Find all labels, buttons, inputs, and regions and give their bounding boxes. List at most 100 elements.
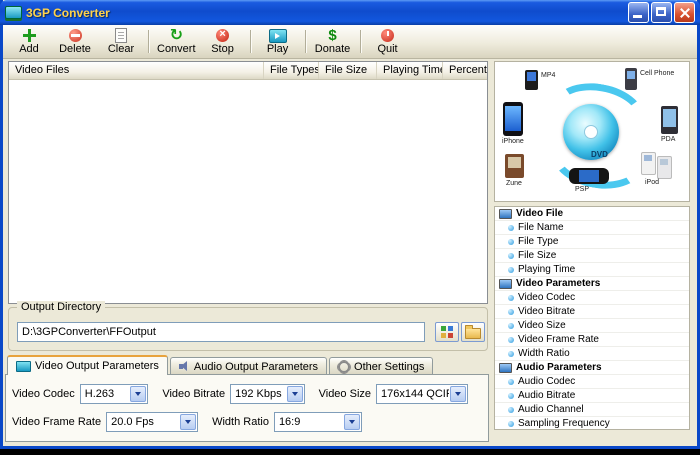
video-bitrate-label: Video Bitrate xyxy=(162,388,226,400)
info-header-video-parameters: Video Parameters xyxy=(495,277,689,291)
video-frame-rate-label: Video Frame Rate xyxy=(12,416,102,428)
tv-icon xyxy=(499,278,512,289)
bullet-icon xyxy=(508,238,514,245)
mp4-player-graphic xyxy=(525,70,538,90)
chevron-down-icon[interactable] xyxy=(130,386,147,402)
gear-icon xyxy=(338,360,351,373)
info-item-file-type: File Type xyxy=(495,235,689,249)
bullet-icon xyxy=(508,336,514,343)
delete-button[interactable]: Delete xyxy=(52,26,98,57)
browse-output-button[interactable] xyxy=(435,322,459,342)
info-item-width-ratio: Width Ratio xyxy=(495,347,689,361)
clear-button[interactable]: Clear xyxy=(98,26,144,57)
info-item-video-bitrate: Video Bitrate xyxy=(495,305,689,319)
maximize-button[interactable] xyxy=(651,2,672,23)
info-item-playing-time: Playing Time xyxy=(495,263,689,277)
toolbar: Add Delete Clear Convert Stop P xyxy=(3,25,697,59)
info-item-video-size: Video Size xyxy=(495,319,689,333)
folder-icon xyxy=(465,325,481,339)
column-header-video-files[interactable]: Video Files xyxy=(9,62,264,79)
tab-other-settings[interactable]: Other Settings xyxy=(329,357,434,375)
add-button[interactable]: Add xyxy=(6,26,52,57)
title-bar[interactable]: 3GP Converter xyxy=(0,0,700,25)
device-label-iphone: iPhone xyxy=(502,138,524,145)
info-item-audio-codec: Audio Codec xyxy=(495,375,689,389)
video-output-parameters-panel: Video Codec H.263 Video Bitrate 192 Kbps… xyxy=(5,374,489,442)
bullet-icon xyxy=(508,252,514,259)
zune-graphic xyxy=(505,154,524,178)
bullet-icon xyxy=(508,392,514,399)
info-header-audio-parameters: Audio Parameters xyxy=(495,361,689,375)
dvd-label: DVD xyxy=(591,150,608,159)
toolbar-separator xyxy=(249,30,251,53)
tv-icon xyxy=(499,362,512,373)
column-header-playing-time[interactable]: Playing Time xyxy=(377,62,443,79)
ipod-graphic xyxy=(657,156,672,179)
file-info-panel: Video File File Name File Type File Size… xyxy=(494,206,690,430)
width-ratio-select[interactable]: 16:9 xyxy=(273,412,362,432)
params-row-1: Video Codec H.263 Video Bitrate 192 Kbps… xyxy=(12,383,482,405)
stop-button[interactable]: Stop xyxy=(200,26,246,57)
chevron-down-icon[interactable] xyxy=(343,414,360,430)
chevron-down-icon[interactable] xyxy=(286,386,303,402)
tab-audio-output-parameters[interactable]: Audio Output Parameters xyxy=(169,357,328,375)
minimize-button[interactable] xyxy=(628,2,649,23)
video-size-select[interactable]: 176x144 QCIF xyxy=(376,384,468,404)
width-ratio-label: Width Ratio xyxy=(212,416,269,428)
bullet-icon xyxy=(508,420,514,427)
close-button[interactable] xyxy=(674,2,695,23)
video-files-list[interactable]: Video Files File Types File Size Playing… xyxy=(8,61,488,304)
info-item-audio-channel: Audio Channel xyxy=(495,403,689,417)
iphone-graphic xyxy=(503,102,523,136)
bullet-icon xyxy=(508,350,514,357)
chevron-down-icon[interactable] xyxy=(180,414,197,430)
app-icon xyxy=(5,6,22,19)
tab-bar: Video Output Parameters Audio Output Par… xyxy=(7,355,435,375)
video-frame-rate-select[interactable]: 20.0 Fps xyxy=(106,412,199,432)
convert-button[interactable]: Convert xyxy=(153,26,200,57)
maximize-icon xyxy=(656,7,666,16)
device-graphic-panel: DVD MP4 Cell Phone iPhone PDA Zune PSP i… xyxy=(494,61,690,202)
bullet-icon xyxy=(508,266,514,273)
chevron-down-icon[interactable] xyxy=(450,386,466,402)
device-label-ipod: iPod xyxy=(645,179,660,186)
video-size-label: Video Size xyxy=(318,388,371,400)
psp-graphic xyxy=(569,168,609,184)
params-row-2: Video Frame Rate 20.0 Fps Width Ratio 16… xyxy=(12,411,482,433)
clear-icon xyxy=(115,28,127,43)
output-directory-group: Output Directory xyxy=(8,301,488,351)
tab-video-output-parameters[interactable]: Video Output Parameters xyxy=(7,355,168,375)
client-area: Add Delete Clear Convert Stop P xyxy=(3,25,697,446)
pda-graphic xyxy=(661,106,678,134)
tv-icon xyxy=(499,208,512,219)
bullet-icon xyxy=(508,308,514,315)
video-codec-select[interactable]: H.263 xyxy=(79,384,149,404)
info-item-video-codec: Video Codec xyxy=(495,291,689,305)
toolbar-separator xyxy=(359,30,361,53)
quit-button[interactable]: Quit xyxy=(365,26,411,57)
output-path-input[interactable] xyxy=(17,322,425,342)
bullet-icon xyxy=(508,294,514,301)
file-list-body[interactable] xyxy=(9,80,487,304)
folder-tree-icon xyxy=(441,326,453,338)
play-button[interactable]: Play xyxy=(255,26,301,57)
device-label-psp: PSP xyxy=(575,186,590,193)
info-item-file-size: File Size xyxy=(495,249,689,263)
device-label-cell-phone: Cell Phone xyxy=(640,70,675,77)
info-item-video-frame-rate: Video Frame Rate xyxy=(495,333,689,347)
bullet-icon xyxy=(508,322,514,329)
window-controls xyxy=(628,2,695,23)
quit-icon xyxy=(381,29,395,42)
column-header-file-size[interactable]: File Size xyxy=(319,62,377,79)
column-header-percent[interactable]: Percent xyxy=(443,62,487,79)
device-label-mp4: MP4 xyxy=(541,72,556,79)
column-header-file-types[interactable]: File Types xyxy=(264,62,319,79)
donate-icon xyxy=(328,29,336,42)
video-bitrate-select[interactable]: 192 Kbps xyxy=(230,384,305,404)
info-item-sampling-frequency: Sampling Frequency xyxy=(495,417,689,429)
open-output-folder-button[interactable] xyxy=(461,322,485,342)
toolbar-separator xyxy=(148,30,149,53)
info-item-audio-bitrate: Audio Bitrate xyxy=(495,389,689,403)
minimize-icon xyxy=(633,15,642,18)
donate-button[interactable]: Donate xyxy=(310,26,356,57)
